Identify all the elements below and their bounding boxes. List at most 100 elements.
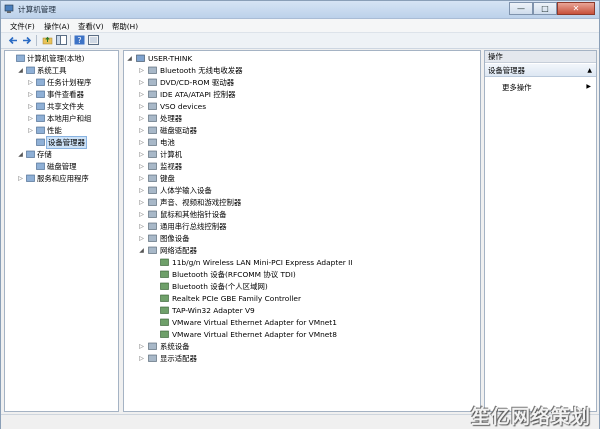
- expand-arrow-icon[interactable]: ▷: [138, 343, 145, 350]
- menu-help[interactable]: 帮助(H): [112, 21, 138, 32]
- expand-arrow-icon[interactable]: ▷: [27, 103, 34, 110]
- back-button[interactable]: [6, 34, 19, 46]
- device-category-label: IDE ATA/ATAPI 控制器: [160, 90, 236, 99]
- tree-item-3[interactable]: ▷ 事件查看器: [5, 89, 118, 100]
- device-tree-panel: ◢ USER-THINK ▷ Bluetooth 无线电收发器 ▷ DVD/CD-ROM …: [123, 50, 481, 412]
- close-button[interactable]: ✕: [557, 2, 595, 15]
- network-adapter-item[interactable]: TAP-Win32 Adapter V9: [124, 305, 480, 316]
- camera-icon: [148, 234, 157, 242]
- clock-icon: [36, 78, 45, 86]
- expand-arrow-icon[interactable]: ▷: [138, 211, 145, 218]
- device-category[interactable]: ▷ 计算机: [124, 149, 480, 160]
- device-category[interactable]: ▷ 通用串行总线控制器: [124, 221, 480, 232]
- tree-item-6[interactable]: ▷ 性能: [5, 125, 118, 136]
- expand-arrow-icon[interactable]: ▷: [138, 199, 145, 206]
- sound-icon: [148, 198, 157, 206]
- maximize-button[interactable]: □: [533, 2, 557, 15]
- help-button[interactable]: ?: [73, 34, 86, 46]
- up-folder-button[interactable]: [41, 34, 54, 46]
- expand-arrow-icon[interactable]: ▷: [138, 115, 145, 122]
- device-category[interactable]: ▷ 系统设备: [124, 341, 480, 352]
- shared-folder-icon: [36, 102, 45, 110]
- expand-arrow-icon[interactable]: ▷: [17, 175, 24, 182]
- device-category[interactable]: ▷ 键盘: [124, 173, 480, 184]
- expand-arrow-icon[interactable]: ▷: [138, 223, 145, 230]
- collapse-arrow-icon[interactable]: ◢: [17, 67, 24, 74]
- expand-arrow-icon[interactable]: ▷: [138, 79, 145, 86]
- expand-arrow-icon[interactable]: ▷: [138, 139, 145, 146]
- device-tree-root[interactable]: ◢ USER-THINK: [124, 53, 480, 64]
- network-adapter-item-label: Bluetooth 设备(个人区域网): [172, 282, 268, 291]
- network-card-icon: [160, 294, 169, 302]
- device-category[interactable]: ▷ 磁盘驱动器: [124, 125, 480, 136]
- collapse-arrow-icon: ▲: [587, 67, 592, 74]
- tree-item-0[interactable]: 计算机管理(本地): [5, 53, 118, 64]
- device-category[interactable]: ▷ 处理器: [124, 113, 480, 124]
- actions-group-device-manager[interactable]: 设备管理器 ▲: [485, 64, 596, 77]
- expand-arrow-icon[interactable]: ▷: [138, 151, 145, 158]
- more-actions-item[interactable]: 更多操作: [502, 82, 532, 93]
- network-card-icon: [160, 270, 169, 278]
- tree-item-10[interactable]: ▷ 服务和应用程序: [5, 173, 118, 184]
- tree-item-2[interactable]: ▷ 任务计划程序: [5, 77, 118, 88]
- computer-icon: [136, 54, 145, 62]
- device-category[interactable]: ◢ 网络适配器: [124, 245, 480, 256]
- device-category[interactable]: ▷ 图像设备: [124, 233, 480, 244]
- tree-item-label: 系统工具: [37, 66, 67, 75]
- mouse-icon: [148, 210, 157, 218]
- device-category-label: 显示适配器: [160, 354, 197, 363]
- expand-arrow-icon[interactable]: ▷: [138, 175, 145, 182]
- minimize-button[interactable]: —: [509, 2, 533, 15]
- menu-view[interactable]: 查看(V): [78, 21, 104, 32]
- show-hide-tree-button[interactable]: [55, 34, 68, 46]
- expand-arrow-icon[interactable]: ▷: [138, 67, 145, 74]
- actions-header: 操作: [485, 51, 596, 63]
- network-adapter-item[interactable]: 11b/g/n Wireless LAN Mini-PCI Express Ad…: [124, 257, 480, 268]
- expand-arrow-icon[interactable]: ▷: [138, 235, 145, 242]
- network-adapter-item[interactable]: VMware Virtual Ethernet Adapter for VMne…: [124, 317, 480, 328]
- tree-item-1[interactable]: ◢ 系统工具: [5, 65, 118, 76]
- network-adapter-item[interactable]: Bluetooth 设备(RFCOMM 协议 TDI): [124, 269, 480, 280]
- device-category[interactable]: ▷ 声音、视频和游戏控制器: [124, 197, 480, 208]
- expand-arrow-icon[interactable]: ▷: [27, 127, 34, 134]
- expand-arrow-icon[interactable]: ▷: [138, 163, 145, 170]
- expand-arrow-icon[interactable]: ▷: [138, 91, 145, 98]
- expand-arrow-icon[interactable]: ▷: [138, 127, 145, 134]
- device-category[interactable]: ▷ 人体学输入设备: [124, 185, 480, 196]
- device-category[interactable]: ▷ VSO devices: [124, 101, 480, 112]
- device-category[interactable]: ▷ IDE ATA/ATAPI 控制器: [124, 89, 480, 100]
- tree-item-5[interactable]: ▷ 本地用户和组: [5, 113, 118, 124]
- network-adapter-item[interactable]: VMware Virtual Ethernet Adapter for VMne…: [124, 329, 480, 340]
- device-category[interactable]: ▷ 显示适配器: [124, 353, 480, 364]
- expand-arrow-icon[interactable]: ▷: [138, 103, 145, 110]
- network-card-icon: [160, 258, 169, 266]
- tree-item-7[interactable]: 设备管理器: [5, 136, 118, 149]
- device-category-label: 通用串行总线控制器: [160, 222, 227, 231]
- expand-arrow-icon[interactable]: ▷: [27, 115, 34, 122]
- expand-arrow-icon[interactable]: ▷: [138, 187, 145, 194]
- properties-button[interactable]: [87, 34, 100, 46]
- menu-file[interactable]: 文件(F): [10, 21, 35, 32]
- device-category[interactable]: ▷ DVD/CD-ROM 驱动器: [124, 77, 480, 88]
- device-category[interactable]: ▷ Bluetooth 无线电收发器: [124, 65, 480, 76]
- expand-arrow-icon[interactable]: ▷: [27, 91, 34, 98]
- device-category[interactable]: ▷ 鼠标和其他指针设备: [124, 209, 480, 220]
- network-adapter-item[interactable]: Realtek PCIe GBE Family Controller: [124, 293, 480, 304]
- expand-arrow-icon[interactable]: ▷: [27, 79, 34, 86]
- tree-item-9[interactable]: 磁盘管理: [5, 161, 118, 172]
- tree-item-8[interactable]: ◢ 存储: [5, 149, 118, 160]
- window-title: 计算机管理: [18, 5, 56, 14]
- collapse-arrow-icon[interactable]: ◢: [138, 247, 145, 254]
- menu-action[interactable]: 操作(A): [44, 21, 70, 32]
- tree-item-4[interactable]: ▷ 共享文件夹: [5, 101, 118, 112]
- title-bar[interactable]: 计算机管理 — □ ✕: [1, 1, 599, 19]
- device-category[interactable]: ▷ 监视器: [124, 161, 480, 172]
- collapse-arrow-icon[interactable]: ◢: [17, 151, 24, 158]
- help-icon: ?: [74, 35, 85, 45]
- network-adapter-item[interactable]: Bluetooth 设备(个人区域网): [124, 281, 480, 292]
- device-category[interactable]: ▷ 电池: [124, 137, 480, 148]
- expand-arrow-icon[interactable]: ▷: [138, 355, 145, 362]
- forward-button[interactable]: [20, 34, 33, 46]
- collapse-arrow-icon[interactable]: ◢: [126, 55, 133, 62]
- device-category-label: 系统设备: [160, 342, 190, 351]
